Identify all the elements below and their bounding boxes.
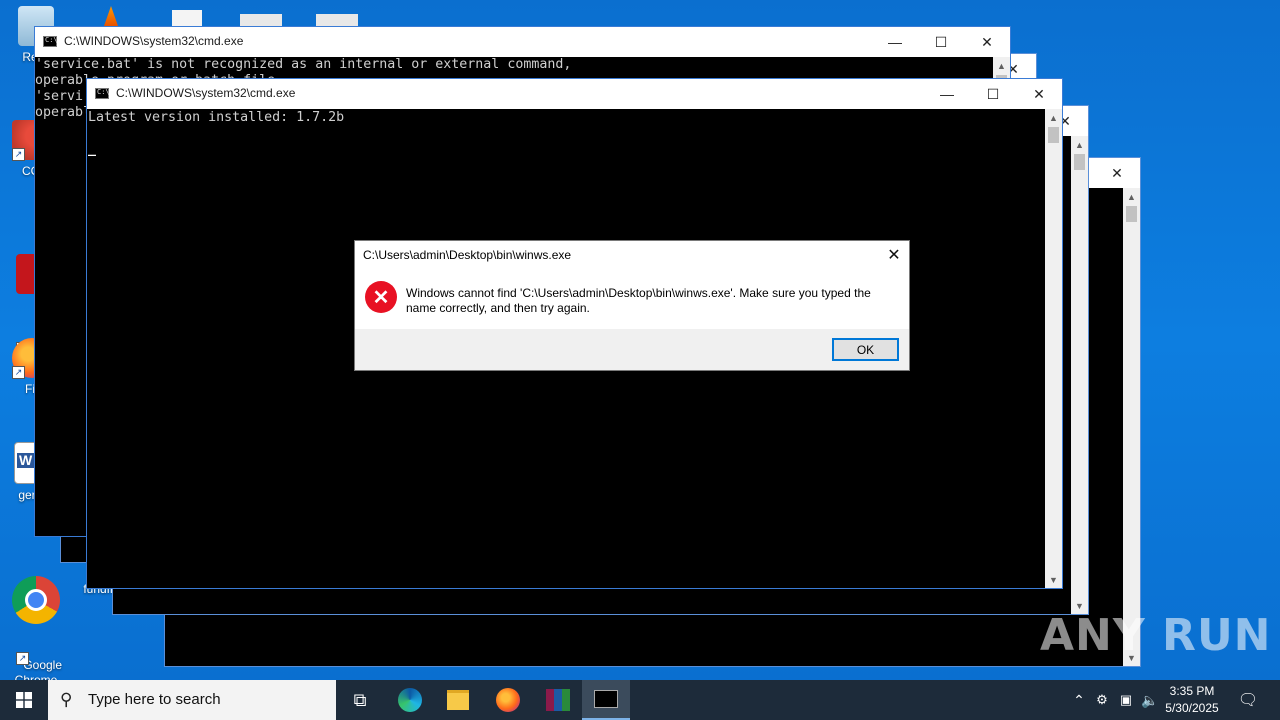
edge-icon[interactable] (386, 680, 434, 720)
show-hidden-icons-icon[interactable]: ⌃ (1068, 692, 1090, 709)
chrome-icon (12, 576, 60, 624)
winrar-icon[interactable] (534, 680, 582, 720)
shortcut-arrow-icon: ↗ (12, 366, 25, 379)
network-icon[interactable]: ⚙ (1090, 692, 1114, 708)
console-line: Latest version installed: 1.7.2b (88, 110, 345, 125)
watermark-logo: ANY RUN (1040, 610, 1272, 661)
close-icon[interactable]: ✕ (1016, 79, 1062, 109)
ok-button[interactable]: OK (832, 338, 899, 361)
text-cursor: _ (88, 142, 97, 157)
search-placeholder: Type here to search (88, 691, 221, 708)
search-box[interactable]: ⚲ Type here to search (48, 680, 336, 720)
window-titlebar[interactable]: C:\WINDOWS\system32\cmd.exe — ☐ ✕ (35, 27, 1010, 57)
minimize-icon[interactable]: — (924, 79, 970, 109)
notification-icon[interactable]: 🗨 (1224, 680, 1272, 720)
scroll-up-icon[interactable]: ▲ (993, 57, 1010, 74)
clock[interactable]: 3:35 PM 5/30/2025 (1152, 683, 1232, 717)
scroll-thumb[interactable] (1074, 154, 1085, 170)
taskbar: ⚲ Type here to search ⧉ ⌃ ⚙ ▣ 🔈 3:35 PM … (0, 680, 1280, 720)
dialog-title: C:\Users\admin\Desktop\bin\winws.exe (363, 248, 572, 262)
scroll-up-icon[interactable]: ▲ (1123, 188, 1140, 205)
scrollbar[interactable]: ▲ ▼ (1123, 188, 1140, 666)
firefox-taskbar-icon[interactable] (484, 680, 532, 720)
window-title: C:\WINDOWS\system32\cmd.exe (116, 86, 296, 100)
search-icon: ⚲ (60, 690, 73, 709)
file-explorer-icon[interactable] (434, 680, 482, 720)
scroll-thumb[interactable] (1126, 206, 1137, 222)
scroll-thumb[interactable] (1048, 127, 1059, 143)
close-icon[interactable]: ✕ (964, 27, 1010, 57)
shortcut-arrow-icon: ↗ (16, 652, 29, 665)
clock-date: 5/30/2025 (1165, 701, 1219, 715)
maximize-icon[interactable]: ☐ (970, 79, 1016, 109)
error-dialog[interactable]: C:\Users\admin\Desktop\bin\winws.exe ✕ ✕… (354, 240, 910, 371)
scroll-up-icon[interactable]: ▲ (1045, 109, 1062, 126)
close-icon[interactable]: ✕ (1094, 158, 1140, 188)
cmd-icon (43, 36, 58, 47)
system-tray: ⌃ ⚙ ▣ 🔈 (1068, 680, 1162, 720)
start-button[interactable] (0, 680, 48, 720)
scrollbar[interactable]: ▲ ▼ (1045, 109, 1062, 588)
dialog-footer: OK (355, 329, 909, 370)
minimize-icon[interactable]: — (872, 27, 918, 57)
cmd-icon (95, 88, 110, 99)
window-title: C:\WINDOWS\system32\cmd.exe (64, 34, 244, 48)
task-view-icon[interactable]: ⧉ (336, 680, 384, 720)
windows-logo-icon (16, 692, 32, 708)
window-titlebar[interactable]: C:\WINDOWS\system32\cmd.exe — ☐ ✕ (87, 79, 1062, 109)
desktop-icon-vlc[interactable] (104, 6, 118, 26)
close-icon[interactable]: ✕ (879, 241, 909, 269)
cmd-taskbar-icon[interactable] (582, 680, 630, 720)
maximize-icon[interactable]: ☐ (918, 27, 964, 57)
console-line: 'service.bat' is not recognized as an in… (35, 57, 572, 72)
clock-time: 3:35 PM (1169, 684, 1215, 698)
shortcut-arrow-icon: ↗ (12, 148, 25, 161)
dialog-message: Windows cannot find 'C:\Users\admin\Desk… (406, 286, 871, 315)
desktop: Recy ↗ CCl ↗ Ad Acr ↗ Fir W germ ↗ Googl… (0, 0, 1280, 687)
ethernet-icon[interactable]: ▣ (1114, 692, 1138, 708)
scroll-down-icon[interactable]: ▼ (1045, 571, 1062, 588)
scrollbar[interactable]: ▲ ▼ (1071, 136, 1088, 614)
error-icon: ✕ (365, 281, 397, 313)
scroll-up-icon[interactable]: ▲ (1071, 136, 1088, 153)
